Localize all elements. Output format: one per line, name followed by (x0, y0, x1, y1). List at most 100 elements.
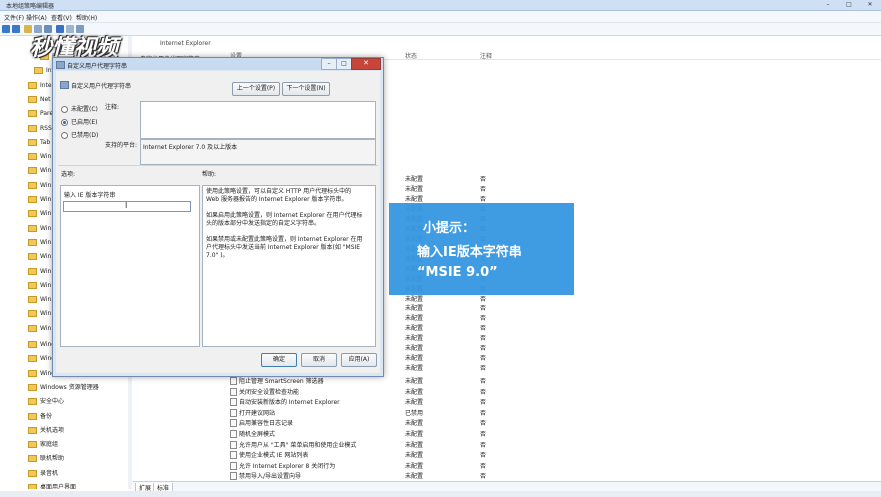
row-name: 启用兼容性日志记录 (239, 420, 294, 428)
tree-item-label: 安全中心 (40, 398, 65, 406)
table-row[interactable]: 阻止管理 SmartScreen 筛选器 未配置 否 (222, 376, 862, 385)
row-comment: 否 (480, 462, 487, 470)
tree-item[interactable]: Win (28, 296, 51, 305)
tree-item-label: Win (40, 181, 52, 189)
policy-icon (56, 61, 65, 69)
dialog-heading: 自定义用户代理字符串 (71, 83, 132, 90)
tree-item[interactable]: Inte (28, 81, 52, 91)
tree-item-label: Win (40, 296, 52, 304)
tip-overlay: 小提示： 输入IE版本字符串 “MSIE 9.0” (389, 203, 574, 295)
row-state: 未配置 (405, 185, 424, 193)
row-state: 未配置 (405, 431, 424, 438)
dialog-close-button[interactable]: ✕ (351, 58, 381, 70)
forward-icon[interactable] (12, 25, 20, 33)
row-state: 未配置 (405, 176, 424, 183)
radio-disabled[interactable]: 已禁用(D) (61, 130, 98, 139)
policy-setting-icon (230, 472, 237, 481)
tree-item[interactable]: Windows 资源管理器 (28, 382, 99, 391)
help-paragraph-3: 如果禁用或未配置此策略设置，则 Internet Explorer 在用户代理标… (206, 236, 363, 259)
tree-item[interactable]: Win (28, 196, 51, 205)
table-row[interactable]: 使用企业模式 IE 网站列表 未配置 否 (222, 450, 862, 460)
row-comment: 否 (480, 335, 487, 343)
row-comment: 否 (480, 325, 487, 333)
tree-item[interactable]: Win (28, 310, 51, 319)
next-setting-button[interactable]: 下一个设置(N) (282, 82, 330, 96)
ok-button[interactable]: 确定 (261, 353, 297, 367)
tree-item[interactable]: Win (28, 253, 51, 262)
folder-icon (28, 341, 37, 348)
tree-item[interactable]: Win (28, 153, 51, 162)
table-row[interactable]: 自动安装新版本的 Internet Explorer 未配置 否 (222, 397, 862, 407)
options-label: 选项: (61, 171, 76, 178)
tree-item[interactable]: Win (28, 281, 51, 291)
menu-file[interactable]: 文件(F) (4, 13, 24, 22)
table-row[interactable]: 随机全屏模式 未配置 否 (222, 429, 862, 438)
row-state: 未配置 (405, 315, 424, 323)
tree-item[interactable]: 备份 (28, 411, 52, 420)
tree-item[interactable]: 桌面用户界面 (28, 482, 76, 489)
table-row[interactable]: 允许用户从 "工具" 菜单启用和使用企业模式 未配置 否 (222, 440, 862, 449)
tree-item[interactable]: 联机帮助 (28, 453, 64, 463)
table-row[interactable]: 启用兼容性日志记录 未配置 否 (222, 418, 862, 428)
maximize-button[interactable]: □ (839, 0, 859, 9)
option-field-label: 输入 IE 版本字符串 (64, 192, 116, 199)
help-panel: 使用此策略设置，可以自定义 HTTP 用户代理标头中的 Web 服务器报告的 I… (202, 185, 376, 347)
tree-item-label: Net (40, 95, 51, 103)
folder-icon (28, 441, 37, 449)
help-paragraph-2: 如果启用此策略设置，则 Internet Explorer 在用户代理标头的版本… (206, 212, 363, 227)
folder-icon (28, 281, 37, 289)
tree-item[interactable]: Net (28, 95, 51, 105)
tree-item-label: Win (40, 253, 52, 261)
tree-item[interactable]: 录音机 (28, 468, 58, 477)
dialog-minimize-button[interactable]: – (321, 58, 337, 70)
tree-item[interactable]: 安全中心 (28, 396, 65, 406)
back-icon[interactable] (2, 25, 10, 33)
dialog-maximize-button[interactable]: □ (336, 58, 352, 70)
tree-item[interactable]: Win (28, 167, 51, 176)
row-comment: 否 (480, 388, 487, 396)
tree-item[interactable]: Win (28, 267, 51, 277)
window-title: 本地组策略编辑器 (6, 3, 55, 10)
comment-textarea[interactable] (140, 101, 376, 139)
row-state: 未配置 (405, 355, 424, 363)
help-label: 帮助: (202, 171, 217, 178)
row-name: 打开建议网站 (239, 409, 276, 417)
radio-enabled[interactable]: 已启用(E) (61, 117, 97, 126)
folder-icon (28, 167, 37, 175)
row-state: 未配置 (405, 345, 424, 353)
folder-icon (28, 455, 37, 463)
table-row[interactable]: 禁用导入/导出设置向导 未配置 否 (222, 471, 862, 481)
column-comment[interactable]: 注释 (480, 51, 492, 60)
tree-item[interactable]: RSS (28, 124, 52, 134)
folder-icon (28, 95, 37, 103)
close-button[interactable]: ✕ (860, 0, 880, 9)
policy-setting-icon (230, 387, 237, 396)
row-state: 未配置 (405, 388, 424, 396)
tree-item[interactable]: Win (28, 210, 51, 219)
tree-item[interactable]: Tab (28, 138, 50, 148)
table-row[interactable]: 关闭安全设置检查功能 未配置 否 (222, 387, 862, 396)
menu-view[interactable]: 查看(V) (51, 13, 72, 22)
menu-action[interactable]: 操作(A) (26, 13, 47, 22)
row-state: 未配置 (405, 441, 424, 449)
tree-item[interactable]: Pare (28, 110, 53, 119)
table-row[interactable]: 允许 Internet Explorer 8 关闭行为 未配置 否 (222, 461, 862, 470)
tree-item[interactable]: 家庭组 (28, 439, 58, 449)
row-name: 禁用导入/导出设置向导 (239, 473, 302, 481)
row-state: 未配置 (405, 365, 424, 373)
minimize-button[interactable]: – (818, 0, 838, 9)
tree-item[interactable]: Win (28, 181, 52, 191)
table-row[interactable]: 打开建议网站 已禁用 否 (222, 408, 862, 417)
path-title: Internet Explorer (160, 40, 211, 47)
column-state[interactable]: 状态 (405, 51, 417, 60)
radio-not-configured[interactable]: 未配置(C) (61, 104, 98, 113)
tree-item[interactable]: Win (28, 324, 51, 334)
row-comment: 否 (480, 420, 487, 428)
tree-item[interactable]: 关机选项 (28, 425, 64, 434)
menu-help[interactable]: 帮助(H) (76, 13, 97, 22)
tree-item[interactable]: Win (28, 224, 51, 234)
previous-setting-button[interactable]: 上一个设置(P) (232, 82, 280, 96)
tree-item[interactable]: Win (28, 238, 51, 248)
cancel-button[interactable]: 取消 (301, 353, 337, 367)
apply-button[interactable]: 应用(A) (341, 353, 377, 367)
